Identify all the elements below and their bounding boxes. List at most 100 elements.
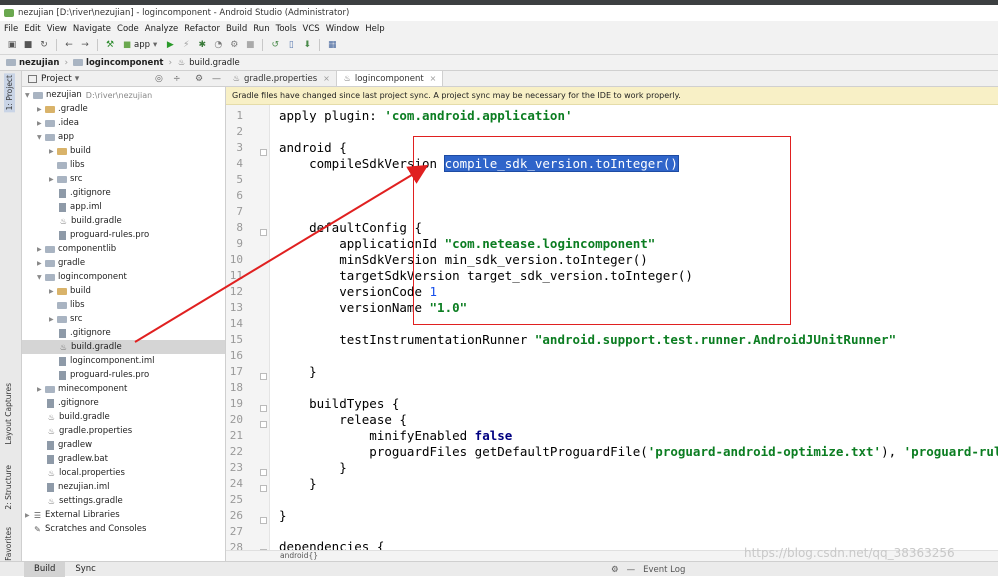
menu-navigate[interactable]: Navigate (73, 24, 111, 34)
tree-item-build-gradle[interactable]: ♨ build.gradle (47, 410, 110, 424)
breadcrumb-item-nezujian[interactable]: nezujian (6, 58, 59, 68)
back-icon[interactable]: ← (63, 39, 75, 51)
tree-item-proguard-rules[interactable]: proguard-rules.pro (59, 228, 149, 242)
tree-item-libs[interactable]: libs (57, 298, 85, 312)
tree-item-nezujian[interactable]: ▼ nezujian D:\river\nezujian (25, 88, 152, 102)
breadcrumb-item-build-gradle[interactable]: ♨ build.gradle (177, 58, 240, 68)
stop-icon[interactable]: ■ (244, 39, 256, 51)
code-breadcrumb[interactable]: android{} (280, 551, 318, 560)
menu-help[interactable]: Help (365, 24, 384, 34)
tree-item-gradle-properties[interactable]: ♨ gradle.properties (47, 424, 132, 438)
menu-refactor[interactable]: Refactor (184, 24, 220, 34)
apply-changes-icon[interactable]: ⚡ (180, 39, 192, 51)
tree-item-src[interactable]: ▶ src (49, 172, 82, 186)
tree-item-gradlew[interactable]: gradlew (47, 438, 92, 452)
globe-icon[interactable]: ◎ (155, 74, 163, 84)
attach-debugger-icon[interactable]: ⚙ (228, 39, 240, 51)
tree-item-logincomponent-iml[interactable]: logincomponent.iml (59, 354, 155, 368)
gear-icon[interactable]: ⚙ (611, 565, 619, 575)
tree-item-app[interactable]: ▼ app (37, 130, 74, 144)
fold-marker-icon[interactable] (260, 485, 267, 492)
breadcrumb-item-logincomponent[interactable]: logincomponent (73, 58, 163, 68)
minimize-icon[interactable]: — (627, 565, 636, 575)
debug-icon[interactable]: ✱ (196, 39, 208, 51)
close-icon[interactable]: × (323, 74, 330, 83)
project-view-select[interactable]: Project (41, 74, 72, 84)
menu-view[interactable]: View (47, 24, 67, 34)
run-icon[interactable]: ▶ (164, 39, 176, 51)
fold-marker-icon[interactable] (260, 373, 267, 380)
tool-tab-layout-captures[interactable]: Layout Captures (4, 383, 13, 445)
fold-marker-icon[interactable] (260, 229, 267, 236)
open-folder-icon[interactable]: ▣ (6, 39, 18, 51)
forward-icon[interactable]: → (79, 39, 91, 51)
tree-item-gitignore[interactable]: .gitignore (47, 396, 99, 410)
tab-gradle-properties[interactable]: ♨ gradle.properties × (226, 71, 337, 86)
tree-item-gradle[interactable]: ▶ gradle (37, 256, 85, 270)
line-number: 1 (236, 109, 243, 122)
project-structure-icon[interactable]: ▦ (326, 39, 338, 51)
menu-file[interactable]: File (4, 24, 18, 34)
collapse-all-icon[interactable]: ÷ (173, 74, 181, 84)
fold-marker-icon[interactable] (260, 421, 267, 428)
tree-item-proguard-rules[interactable]: proguard-rules.pro (59, 368, 149, 382)
menu-code[interactable]: Code (117, 24, 139, 34)
tree-item-scratches[interactable]: ✎ Scratches and Consoles (33, 522, 146, 536)
file-icon (59, 370, 66, 380)
tab-logincomponent[interactable]: ♨ logincomponent × (336, 71, 444, 86)
file-icon (59, 202, 66, 212)
menu-edit[interactable]: Edit (24, 24, 40, 34)
sync-icon[interactable]: ↻ (38, 39, 50, 51)
tree-item-local-properties[interactable]: ♨ local.properties (47, 466, 125, 480)
tree-item-src[interactable]: ▶ src (49, 312, 82, 326)
file-icon (59, 356, 66, 366)
run-config-select[interactable]: ■ app ▾ (120, 40, 160, 50)
fold-marker-icon[interactable] (260, 405, 267, 412)
save-icon[interactable]: ■ (22, 39, 34, 51)
sync-gradle-icon[interactable]: ↺ (269, 39, 281, 51)
tree-item-componentlib[interactable]: ▶ componentlib (37, 242, 116, 256)
tree-item-nezujian-iml[interactable]: nezujian.iml (47, 480, 110, 494)
toolbar-separator (262, 39, 264, 51)
menu-vcs[interactable]: VCS (303, 24, 320, 34)
tool-tab-sync[interactable]: Sync (65, 562, 106, 577)
menu-analyze[interactable]: Analyze (145, 24, 179, 34)
tool-tab-structure[interactable]: 2: Structure (4, 465, 13, 510)
tree-item-gitignore[interactable]: .gitignore (59, 186, 111, 200)
tree-item-minecomponent[interactable]: ▶ minecomponent (37, 382, 127, 396)
hide-panel-icon[interactable]: — (212, 74, 221, 84)
chevron-down-icon[interactable]: ▾ (75, 74, 80, 84)
hammer-icon[interactable]: ⚒ (104, 39, 116, 51)
menu-window[interactable]: Window (326, 24, 360, 34)
breadcrumb-label: logincomponent (86, 57, 164, 68)
tool-tab-build[interactable]: Build (24, 561, 66, 577)
tree-item-gitignore[interactable]: .gitignore (59, 326, 111, 340)
bottom-tool-bar: Build Sync ⚙ — Event Log (0, 561, 998, 577)
event-log-tab[interactable]: Event Log (643, 565, 685, 575)
avd-manager-icon[interactable]: ▯ (285, 39, 297, 51)
fold-marker-icon[interactable] (260, 517, 267, 524)
menu-run[interactable]: Run (253, 24, 269, 34)
menu-build[interactable]: Build (226, 24, 247, 34)
tree-item-gradlew-bat[interactable]: gradlew.bat (47, 452, 108, 466)
close-icon[interactable]: × (430, 74, 437, 83)
sdk-manager-icon[interactable]: ⬇ (301, 39, 313, 51)
fold-marker-icon[interactable] (260, 149, 267, 156)
banner-text: Gradle files have changed since last pro… (232, 91, 681, 100)
tree-item-app-iml[interactable]: app.iml (59, 200, 102, 214)
tree-item-build-gradle[interactable]: ♨ build.gradle (59, 214, 122, 228)
tree-item-build-gradle-selected[interactable]: ♨ build.gradle (22, 340, 225, 354)
profile-icon[interactable]: ◔ (212, 39, 224, 51)
gear-icon[interactable]: ⚙ (195, 74, 203, 84)
tree-item-dot-gradle[interactable]: ▶ .gradle (37, 102, 88, 116)
fold-marker-icon[interactable] (260, 469, 267, 476)
tree-item-build[interactable]: ▶ build (49, 284, 91, 298)
tree-item-build[interactable]: ▶ build (49, 144, 91, 158)
tree-item-libs[interactable]: libs (57, 158, 85, 172)
tree-item-external-libraries[interactable]: ▶ ☰ External Libraries (25, 508, 120, 522)
menu-tools[interactable]: Tools (276, 24, 297, 34)
tree-item-idea[interactable]: ▶ .idea (37, 116, 79, 130)
tool-tab-project[interactable]: 1: Project (4, 73, 15, 113)
tree-item-logincomponent[interactable]: ▼ logincomponent (37, 270, 127, 284)
tree-item-settings-gradle[interactable]: ♨ settings.gradle (47, 494, 123, 508)
